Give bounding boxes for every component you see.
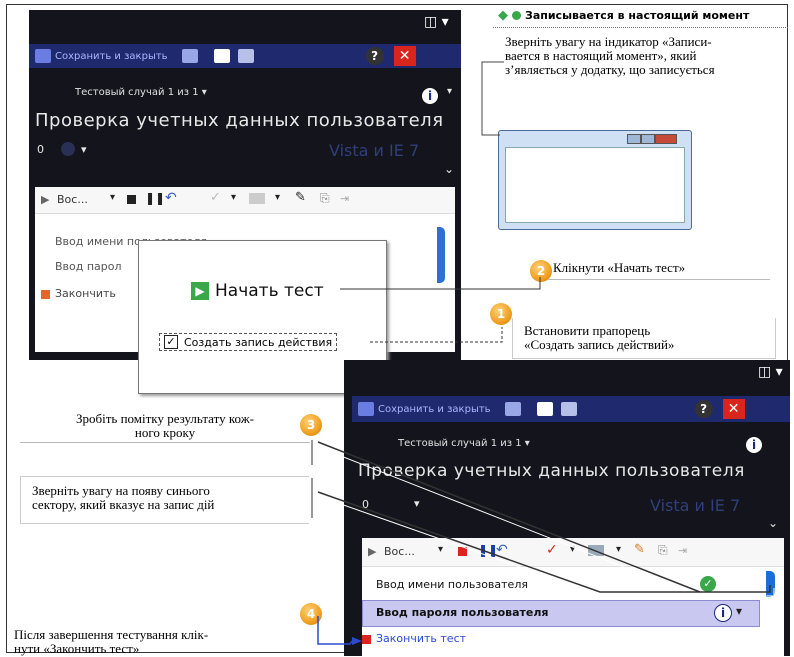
callout-lines [311, 440, 775, 645]
